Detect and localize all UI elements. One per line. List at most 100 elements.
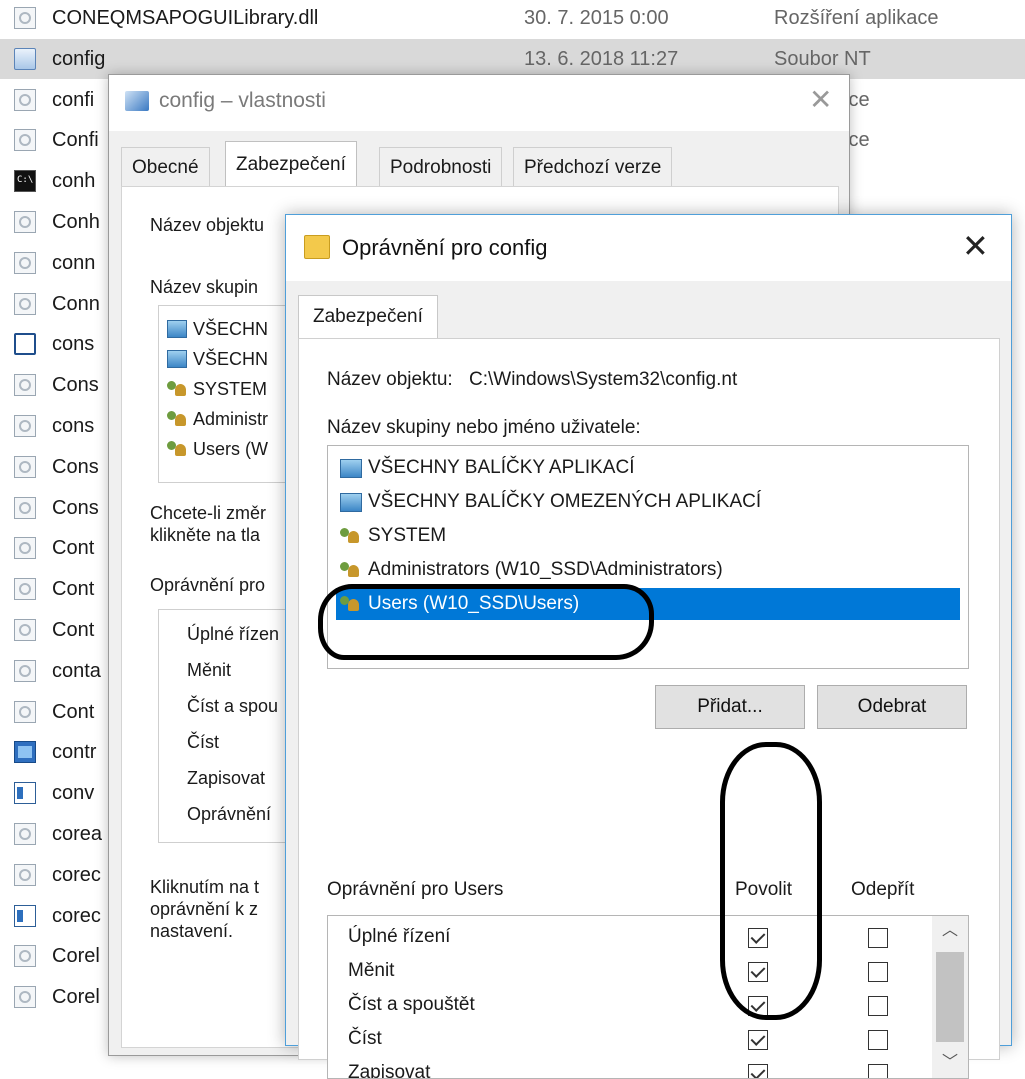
app-package-icon bbox=[340, 459, 362, 478]
group-list-label: Název skupiny nebo jméno uživatele: bbox=[327, 417, 641, 438]
permission-name: Zapisovat bbox=[348, 1062, 431, 1079]
permissions-list[interactable]: ︿ ﹀ Úplné řízení Měnit Číst a spouštět Číst… bbox=[327, 915, 969, 1079]
file-name: Cont bbox=[52, 578, 95, 601]
file-name: Cons bbox=[52, 455, 99, 478]
file-name: conv bbox=[52, 782, 95, 805]
users-group-icon bbox=[167, 410, 187, 428]
add-button[interactable]: Přidat... bbox=[655, 685, 805, 729]
deny-checkbox[interactable] bbox=[868, 962, 888, 982]
group-list-item[interactable]: SYSTEM bbox=[167, 376, 267, 402]
file-icon bbox=[14, 333, 36, 356]
permission-row: Zapisovat bbox=[328, 1058, 928, 1079]
file-icon bbox=[14, 578, 36, 601]
permission-name: Oprávnění bbox=[187, 804, 272, 824]
group-list-item[interactable]: VŠECHNY BALÍČKY OMEZENÝCH APLIKACÍ bbox=[336, 486, 960, 518]
file-name: cons bbox=[52, 333, 95, 356]
file-name: Cons bbox=[52, 374, 99, 397]
tab-previous-versions[interactable]: Předchozí verze bbox=[513, 147, 673, 187]
users-group-icon bbox=[340, 595, 362, 614]
properties-title: config – vlastnosti bbox=[159, 89, 326, 112]
object-name-label: Název objektu: bbox=[327, 369, 453, 390]
file-name: conn bbox=[52, 251, 96, 274]
group-list-item[interactable]: Administr bbox=[167, 406, 268, 432]
file-icon bbox=[14, 659, 36, 682]
file-date: 13. 6. 2018 11:27 bbox=[524, 47, 679, 70]
file-icon bbox=[14, 741, 36, 764]
allow-checkbox[interactable] bbox=[748, 996, 768, 1016]
file-name: conh bbox=[52, 170, 96, 193]
permission-name: Měnit bbox=[187, 660, 232, 680]
dialog-title: Oprávnění pro config bbox=[342, 235, 548, 260]
permission-row: Číst bbox=[328, 1024, 928, 1058]
group-list-item[interactable]: Users (W10_SSD\Users) bbox=[336, 588, 960, 620]
group-name: Users (W10_SSD\Users) bbox=[368, 593, 580, 614]
file-name: corec bbox=[52, 863, 101, 886]
deny-header: Odepřít bbox=[851, 879, 915, 900]
group-name: VŠECHN bbox=[193, 319, 269, 339]
advanced-hint: Kliknutím na t bbox=[150, 877, 260, 897]
close-icon[interactable]: ✕ bbox=[962, 229, 989, 263]
dialog-titlebar[interactable]: Oprávnění pro config ✕ bbox=[286, 215, 1011, 281]
file-icon bbox=[14, 496, 36, 519]
file-row[interactable]: config 13. 6. 2018 11:27 Soubor NT bbox=[0, 38, 1025, 79]
tab-security[interactable]: Zabezpečení bbox=[298, 295, 438, 339]
file-icon bbox=[14, 700, 36, 723]
permissions-for-label: Oprávnění pro Users bbox=[327, 879, 504, 900]
file-icon bbox=[14, 537, 36, 560]
allow-header: Povolit bbox=[735, 879, 793, 900]
file-name: Cons bbox=[52, 496, 99, 519]
permission-row: Úplné řízení bbox=[328, 922, 928, 956]
file-icon bbox=[14, 7, 36, 29]
chevron-up-icon[interactable]: ︿ bbox=[932, 916, 968, 946]
users-group-icon bbox=[167, 380, 187, 398]
file-name: Conn bbox=[52, 292, 100, 315]
group-list-item[interactable]: VŠECHNY BALÍČKY APLIKACÍ bbox=[336, 452, 960, 484]
users-group-icon bbox=[340, 561, 362, 580]
file-icon bbox=[14, 863, 36, 886]
permission-name: Zapisovat bbox=[187, 768, 266, 788]
deny-checkbox[interactable] bbox=[868, 928, 888, 948]
file-icon bbox=[14, 904, 36, 927]
group-name: SYSTEM bbox=[368, 525, 447, 546]
file-row[interactable]: CONEQMSAPOGUILibrary.dll 30. 7. 2015 0:00… bbox=[0, 0, 1025, 38]
deny-checkbox[interactable] bbox=[868, 996, 888, 1016]
chevron-down-icon[interactable]: ﹀ bbox=[932, 1048, 968, 1078]
file-name: corea bbox=[52, 823, 103, 845]
remove-button[interactable]: Odebrat bbox=[817, 685, 967, 729]
file-name: Cont bbox=[52, 619, 95, 641]
group-list-item[interactable]: VŠECHN bbox=[167, 316, 268, 342]
group-list-item[interactable]: Users (W bbox=[167, 436, 268, 462]
group-list-item[interactable]: SYSTEM bbox=[336, 520, 960, 552]
permission-row: Měnit bbox=[328, 956, 928, 990]
advanced-hint-3: nastavení. bbox=[150, 921, 234, 941]
group-list-item[interactable]: Administrators (W10_SSD\Administrators) bbox=[336, 554, 960, 586]
object-name-label: Název objektu bbox=[150, 215, 265, 235]
scroll-thumb[interactable] bbox=[936, 952, 964, 1042]
group-list-item[interactable]: VŠECHN bbox=[167, 346, 268, 372]
tab-security[interactable]: Zabezpečení bbox=[225, 141, 357, 187]
file-name: Conh bbox=[52, 211, 100, 233]
group-user-list[interactable]: VŠECHNY BALÍČKY APLIKACÍ VŠECHNY BALÍČKY … bbox=[327, 445, 969, 669]
close-icon[interactable]: ✕ bbox=[809, 85, 832, 115]
file-icon bbox=[125, 91, 149, 111]
tab-details[interactable]: Podrobnosti bbox=[379, 147, 503, 187]
allow-checkbox[interactable] bbox=[748, 928, 768, 948]
allow-checkbox[interactable] bbox=[748, 1030, 768, 1050]
tab-general[interactable]: Obecné bbox=[121, 147, 210, 187]
permission-row: Číst a spouštět bbox=[328, 990, 928, 1024]
file-icon bbox=[14, 986, 36, 1009]
permissions-dialog: Oprávnění pro config ✕ Zabezpečení Název… bbox=[285, 214, 1012, 1079]
file-icon bbox=[14, 251, 36, 274]
allow-checkbox[interactable] bbox=[748, 962, 768, 982]
deny-checkbox[interactable] bbox=[868, 1030, 888, 1050]
scrollbar[interactable]: ︿ ﹀ bbox=[932, 916, 968, 1078]
file-name: confi bbox=[52, 88, 95, 111]
allow-checkbox[interactable] bbox=[748, 1064, 768, 1078]
file-icon bbox=[14, 292, 36, 315]
permission-name: Měnit bbox=[348, 960, 395, 981]
security-panel: Název objektu: C:\Windows\System32\confi… bbox=[298, 338, 1000, 1079]
properties-titlebar[interactable]: config – vlastnosti ✕ bbox=[109, 75, 849, 131]
file-name: Confi bbox=[52, 129, 99, 152]
permission-name: Úplné řízen bbox=[187, 624, 280, 644]
deny-checkbox[interactable] bbox=[868, 1064, 888, 1078]
